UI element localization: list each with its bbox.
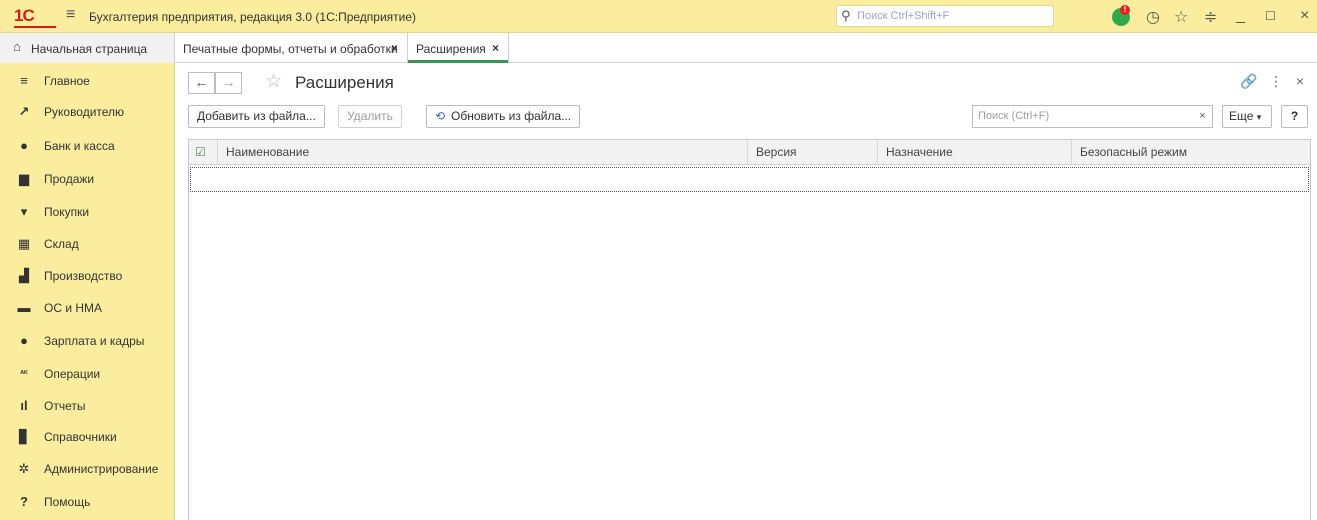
- search-placeholder: Поиск (Ctrl+F): [978, 110, 1050, 122]
- extensions-form: ← → ☆ Расширения 🔗 ⋮ × Добавить из файла…: [176, 63, 1317, 520]
- cart-icon: ▾: [20, 204, 28, 219]
- column-header-name[interactable]: Наименование: [217, 140, 747, 165]
- close-form-icon[interactable]: ×: [1296, 73, 1304, 89]
- sidebar-item-label: Зарплата и кадры: [44, 334, 145, 348]
- sidebar-item-label: Склад: [44, 237, 79, 251]
- menu-icon: ≡: [20, 73, 28, 88]
- back-button[interactable]: ←: [188, 72, 215, 94]
- book-icon: ▊: [19, 429, 29, 444]
- logo-underline: [14, 26, 56, 28]
- sidebar-item-production[interactable]: ▟ Производство: [0, 260, 175, 291]
- more-label: Еще: [1229, 109, 1254, 123]
- maximize-icon[interactable]: ☐: [1265, 9, 1276, 23]
- favorite-star-icon[interactable]: ☆: [265, 70, 282, 93]
- update-from-file-button[interactable]: ⟲ Обновить из файла...: [426, 105, 581, 128]
- sidebar-item-label: Справочники: [44, 430, 117, 444]
- page-title: Расширения: [295, 73, 394, 92]
- sidebar-item-purchases[interactable]: ▾ Покупки: [0, 196, 175, 227]
- person-icon: ●: [20, 333, 28, 348]
- settings-menu-icon[interactable]: ≑: [1204, 7, 1217, 27]
- sections-panel: ≡ Главное ↗ Руководителю ● Банк и касса ▆ Пр…: [0, 63, 175, 520]
- bar-chart-icon: ıl: [20, 398, 28, 413]
- sidebar-item-label: Покупки: [44, 205, 90, 219]
- close-window-icon[interactable]: ×: [1300, 7, 1309, 25]
- warehouse-icon: ▦: [17, 236, 31, 251]
- trend-icon: ↗: [18, 104, 30, 119]
- title-bar: 1С ≡ Бухгалтерия предприятия, редакция 3…: [0, 0, 1317, 33]
- favorites-icon[interactable]: ☆: [1174, 7, 1188, 27]
- close-tab-icon[interactable]: ×: [391, 41, 398, 55]
- more-actions-icon[interactable]: ⋮: [1269, 73, 1283, 90]
- sidebar-item-administration[interactable]: ✲ Администрирование: [0, 453, 175, 484]
- factory-icon: ▟: [19, 268, 29, 283]
- column-header-safe-mode[interactable]: Безопасный режим: [1071, 140, 1310, 165]
- sidebar-item-label: Руководителю: [44, 105, 125, 119]
- history-icon[interactable]: ◷: [1146, 7, 1160, 27]
- sidebar-item-help[interactable]: ? Помощь: [0, 486, 175, 517]
- sidebar-item-label: ОС и НМА: [44, 301, 103, 315]
- sidebar-item-warehouse[interactable]: ▦ Склад: [0, 228, 175, 259]
- extensions-table: ☑ Наименование Версия Назначение Безопас…: [188, 139, 1311, 520]
- sidebar-item-bank[interactable]: ● Банк и касса: [0, 130, 175, 161]
- truck-icon: ▬: [17, 300, 31, 315]
- main-menu-icon[interactable]: ≡: [66, 6, 75, 24]
- notification-badge: !: [1120, 5, 1130, 15]
- sidebar-item-fixed-assets[interactable]: ▬ ОС и НМА: [0, 292, 175, 323]
- sidebar-item-sales[interactable]: ▆ Продажи: [0, 163, 175, 194]
- column-header-purpose[interactable]: Назначение: [877, 140, 1071, 165]
- sidebar-item-operations[interactable]: ᴬᴷ Операции: [0, 358, 175, 389]
- add-from-file-button[interactable]: Добавить из файла...: [188, 105, 325, 128]
- dropdown-icon: ▾: [1256, 112, 1262, 122]
- table-header: ☑ Наименование Версия Назначение Безопас…: [189, 140, 1310, 165]
- help-icon: ?: [20, 494, 28, 509]
- active-checkbox-icon: ☑: [195, 145, 206, 159]
- link-icon[interactable]: 🔗: [1240, 73, 1257, 90]
- minimize-icon[interactable]: _: [1236, 7, 1245, 25]
- more-button[interactable]: Еще ▾: [1222, 105, 1272, 128]
- coin-icon: ●: [20, 138, 28, 153]
- help-button[interactable]: ?: [1281, 105, 1308, 128]
- refresh-icon: ⟲: [435, 109, 446, 123]
- tab-print-forms[interactable]: Печатные формы, отчеты и обработки ×: [175, 33, 408, 63]
- sidebar-item-label: Главное: [44, 74, 90, 88]
- sidebar-item-label: Администрирование: [44, 462, 159, 476]
- sidebar-item-label: Продажи: [44, 172, 95, 186]
- close-tab-icon[interactable]: ×: [492, 41, 499, 55]
- global-search-input[interactable]: ⚲ Поиск Ctrl+Shift+F: [836, 5, 1054, 27]
- sidebar-item-reports[interactable]: ıl Отчеты: [0, 390, 175, 421]
- app-title: Бухгалтерия предприятия, редакция 3.0 (1…: [89, 10, 417, 24]
- sidebar-item-label: Банк и касса: [44, 139, 115, 153]
- search-input[interactable]: Поиск (Ctrl+F): [972, 105, 1212, 128]
- table-row[interactable]: [190, 167, 1309, 192]
- update-from-file-label: Обновить из файла...: [451, 109, 572, 123]
- notifications-icon[interactable]: !: [1112, 5, 1132, 26]
- home-icon: ⌂: [13, 39, 21, 54]
- column-header-version[interactable]: Версия: [747, 140, 877, 165]
- forward-button[interactable]: →: [215, 72, 242, 94]
- sidebar-item-label: Отчеты: [44, 399, 86, 413]
- tab-home-label: Начальная страница: [31, 42, 148, 56]
- tab-label: Расширения: [416, 42, 486, 56]
- search-icon: ⚲: [841, 8, 851, 23]
- sidebar-item-references[interactable]: ▊ Справочники: [0, 421, 175, 452]
- bag-icon: ▆: [19, 171, 29, 186]
- app-logo: 1С: [14, 6, 35, 25]
- tab-home[interactable]: ⌂ Начальная страница: [0, 33, 175, 63]
- sidebar-item-salary[interactable]: ● Зарплата и кадры: [0, 325, 175, 356]
- clear-search-button[interactable]: ×: [1193, 105, 1213, 128]
- sidebar-item-label: Помощь: [44, 495, 91, 509]
- sidebar-item-main[interactable]: ≡ Главное: [0, 65, 175, 96]
- delete-button[interactable]: Удалить: [338, 105, 402, 128]
- debit-credit-icon: ᴬᴷ: [20, 369, 28, 378]
- tab-extensions[interactable]: Расширения ×: [408, 33, 509, 63]
- sidebar-item-label: Операции: [44, 367, 101, 381]
- sidebar-item-label: Производство: [44, 269, 123, 283]
- tab-label: Печатные формы, отчеты и обработки: [183, 42, 398, 56]
- open-tabs-bar: ⌂ Начальная страница Печатные формы, отч…: [0, 33, 1317, 63]
- sidebar-item-manager[interactable]: ↗ Руководителю: [0, 96, 175, 127]
- gear-icon: ✲: [18, 461, 30, 476]
- global-search-placeholder: Поиск Ctrl+Shift+F: [857, 10, 950, 22]
